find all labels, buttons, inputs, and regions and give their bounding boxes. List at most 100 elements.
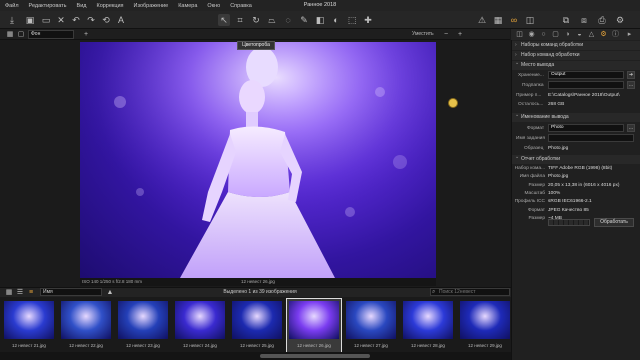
- filmstrip-thumbnail[interactable]: 12 невест 29.jpg: [458, 299, 512, 352]
- delete-icon[interactable]: ✕: [55, 14, 67, 26]
- filmstrip-thumbnail[interactable]: 12 невест 27.jpg: [344, 299, 398, 352]
- thumbnail-image: [232, 301, 282, 339]
- storage-select[interactable]: Output: [548, 71, 624, 79]
- filmstrip-thumbnail[interactable]: 12 невест 25.jpg: [230, 299, 284, 352]
- tooltip: Цветопроба: [237, 41, 275, 50]
- select-icon[interactable]: ⬚: [346, 14, 358, 26]
- search-icon: ⌕: [432, 289, 436, 295]
- summary-value: 100%: [548, 190, 561, 196]
- tab-library-icon[interactable]: ◫: [515, 30, 524, 39]
- filmstrip-scrollbar[interactable]: [0, 352, 512, 360]
- compare-icon[interactable]: ◫: [524, 14, 536, 26]
- summary-label: Профиль ICC: [514, 199, 545, 205]
- tab-exposure-icon[interactable]: ◑: [563, 30, 572, 39]
- keystone-icon[interactable]: ⏢: [266, 14, 278, 26]
- pick-icon[interactable]: ✚: [362, 14, 374, 26]
- gradient-icon[interactable]: ◐: [330, 14, 342, 26]
- filmstrip-thumbnail[interactable]: 12 невест 21.jpg: [2, 299, 56, 352]
- thumbnail-label: 12 невест 27.jpg: [354, 343, 388, 348]
- brush-icon[interactable]: ✎: [298, 14, 310, 26]
- crop-icon[interactable]: ⌗: [234, 14, 246, 26]
- capture-icon[interactable]: ▣: [24, 14, 36, 26]
- summary-label: Имя файла: [519, 174, 545, 180]
- filmstrip-thumbnail[interactable]: 12 невест 23.jpg: [116, 299, 170, 352]
- menu-help[interactable]: Справка: [225, 3, 257, 9]
- scrollbar-thumb[interactable]: [260, 354, 370, 358]
- summary-label: Набор кома...: [514, 166, 545, 171]
- section-process-summary[interactable]: Отчет обработки: [512, 153, 640, 164]
- single-view-icon[interactable]: ▢: [15, 29, 27, 40]
- menu-window[interactable]: Окно: [202, 3, 225, 9]
- remaining-label: Осталось...: [518, 102, 544, 107]
- menu-edit[interactable]: Редактировать: [24, 3, 72, 9]
- filmstrip-layout-icon[interactable]: ≡: [25, 287, 37, 297]
- grid-icon[interactable]: ▦: [492, 14, 504, 26]
- print-icon[interactable]: ⎙: [596, 14, 608, 26]
- remaining-value: 268 GB: [548, 102, 565, 107]
- apply-adjustments-icon[interactable]: ⧈: [578, 14, 590, 26]
- storage-label: Хранение...: [518, 73, 544, 78]
- eraser-icon[interactable]: ◧: [314, 14, 326, 26]
- job-name-field[interactable]: [548, 134, 634, 142]
- subfolder-field[interactable]: [548, 81, 624, 89]
- bride-photo-image: [80, 42, 436, 278]
- rotate-icon[interactable]: ↻: [250, 14, 262, 26]
- import-icon[interactable]: ⤓: [6, 14, 18, 26]
- summary-label: Размер: [528, 182, 546, 188]
- filmstrip-thumbnail[interactable]: 12 невест 28.jpg: [401, 299, 455, 352]
- section-output-naming[interactable]: Именование вывода: [512, 111, 640, 122]
- filmstrip-thumbnail[interactable]: 12 невест 24.jpg: [173, 299, 227, 352]
- thumbnail-image: [346, 301, 396, 339]
- tab-composition-icon[interactable]: ▢: [551, 30, 560, 39]
- section-output-location[interactable]: Место вывода: [512, 59, 640, 70]
- menu-adjustments[interactable]: Коррекция: [91, 3, 128, 9]
- menu-camera[interactable]: Камера: [173, 3, 202, 9]
- add-icon[interactable]: +: [80, 29, 92, 40]
- tab-more-icon[interactable]: ▸: [625, 30, 634, 39]
- format-label: Формат: [527, 126, 545, 131]
- sort-select[interactable]: Имя: [40, 288, 102, 296]
- tab-capture-icon[interactable]: ◉: [527, 30, 536, 39]
- menu-image[interactable]: Изображение: [129, 3, 174, 9]
- cursor-icon[interactable]: ↖: [218, 14, 230, 26]
- search-input[interactable]: Поиск 12невест: [430, 288, 510, 296]
- tab-color-icon[interactable]: ◒: [575, 30, 584, 39]
- tab-output-icon[interactable]: ⚙: [599, 30, 608, 39]
- reset-icon[interactable]: ⟲: [100, 14, 112, 26]
- process-icon[interactable]: ⚙: [614, 14, 626, 26]
- exposure-warning-icon[interactable]: ⚠: [476, 14, 488, 26]
- main-photo[interactable]: [80, 42, 436, 278]
- main-toolbar: ⤓ ▣ ▭ ✕ ↶ ↷ ⟲ A ↖ ⌗ ↻ ⏢ ◌ ✎ ◧ ◐ ⬚ ✚ ⚠ ▦ …: [0, 11, 640, 29]
- storage-arrow-icon[interactable]: ➜: [627, 71, 635, 79]
- sample-path-value: E:\Catalogs\Ранное 2018\Output\: [548, 93, 620, 98]
- redo-icon[interactable]: ↷: [85, 14, 97, 26]
- menu-view[interactable]: Вид: [72, 3, 92, 9]
- section-batch-recipes[interactable]: Наборы команд обработки: [512, 41, 640, 50]
- style-select[interactable]: Фон: [28, 30, 74, 39]
- folder-icon[interactable]: ▭: [40, 14, 52, 26]
- mouse-cursor-highlight: [448, 98, 458, 108]
- text-icon[interactable]: A: [115, 14, 127, 26]
- format-more-icon[interactable]: …: [627, 124, 635, 132]
- filmstrip-thumbnail[interactable]: 12 невест 22.jpg: [59, 299, 113, 352]
- tab-metadata-icon[interactable]: ⓘ: [611, 30, 620, 39]
- proof-glasses-icon[interactable]: ∞: [508, 14, 520, 26]
- copy-adjustments-icon[interactable]: ⧉: [560, 14, 572, 26]
- process-button[interactable]: Обработать: [594, 218, 634, 227]
- undo-icon[interactable]: ↶: [70, 14, 82, 26]
- thumbnail-image: [403, 301, 453, 339]
- zoom-fit-label[interactable]: Уместить: [412, 29, 434, 40]
- zoom-out-icon[interactable]: −: [440, 29, 452, 40]
- section-batch-recipe[interactable]: Набор команд обработки: [512, 51, 640, 60]
- tab-lens-icon[interactable]: ○: [539, 30, 548, 39]
- filmstrip-thumbnail[interactable]: 12 невест 26.jpg: [286, 298, 342, 353]
- zoom-in-icon[interactable]: +: [454, 29, 466, 40]
- menu-file[interactable]: Файл: [0, 3, 24, 9]
- thumbnail-label: 12 невест 26.jpg: [297, 343, 331, 348]
- spot-icon[interactable]: ◌: [282, 14, 294, 26]
- sort-direction-icon[interactable]: ▲: [104, 287, 116, 297]
- format-field[interactable]: Photo: [548, 124, 624, 132]
- tab-detail-icon[interactable]: △: [587, 30, 596, 39]
- summary-value: 20,05 x 13,38 in (6016 x 4016 px): [548, 182, 620, 188]
- subfolder-more-icon[interactable]: …: [627, 81, 635, 89]
